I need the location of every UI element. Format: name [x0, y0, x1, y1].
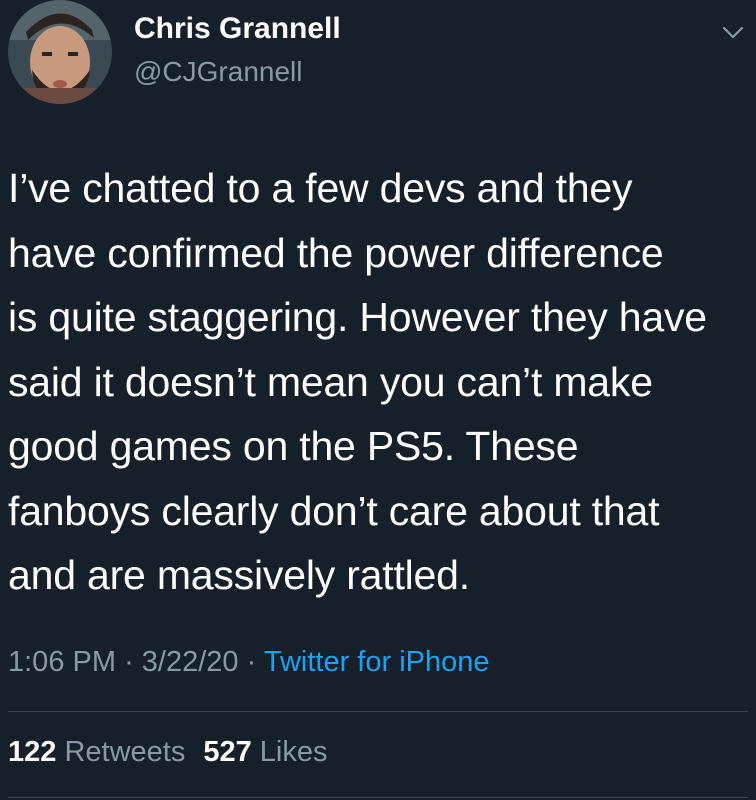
tweet-time[interactable]: 1:06 PM	[8, 646, 116, 678]
tweet-stats: 122 Retweets 527 Likes	[8, 736, 328, 769]
tweet-date[interactable]: 3/22/20	[142, 646, 239, 678]
tweet-text: I’ve chatted to a few devs and they have…	[8, 156, 753, 608]
tweet-meta: 1:06 PM · 3/22/20 · Twitter for iPhone	[8, 646, 490, 679]
tweet-text-line: I’ve chatted to a few devs and they	[8, 165, 633, 211]
author-handle[interactable]: @CJGrannell	[134, 56, 302, 88]
meta-separator: ·	[124, 646, 134, 678]
divider	[8, 797, 748, 798]
tweet-text-line: and are massively rattled.	[8, 552, 470, 598]
tweet-text-line: have confirmed the power difference	[8, 229, 664, 276]
avatar[interactable]	[8, 0, 112, 104]
author-display-name[interactable]: Chris Grannell	[134, 12, 341, 46]
tweet-text-line: good games on the PS5. These	[8, 423, 579, 469]
profile-photo	[8, 0, 112, 104]
tweet-text-line: said it doesn’t mean you can’t make	[8, 358, 653, 405]
chevron-down-icon[interactable]	[718, 18, 748, 48]
likes-stat[interactable]: 527 Likes	[203, 736, 327, 768]
retweets-count: 122	[8, 736, 57, 768]
meta-separator: ·	[246, 646, 257, 678]
tweet-text-line: is quite staggering. However they have	[8, 294, 707, 340]
retweets-label: Retweets	[64, 736, 186, 768]
likes-count: 527	[203, 736, 252, 768]
tweet-detail: Chris Grannell @CJGrannell I’ve chatted …	[0, 0, 756, 800]
divider	[8, 711, 748, 712]
likes-label: Likes	[259, 736, 328, 768]
retweets-stat[interactable]: 122 Retweets	[8, 736, 185, 768]
tweet-text-line: fanboys clearly don’t care about that	[8, 487, 660, 534]
tweet-source-link[interactable]: Twitter for iPhone	[264, 646, 490, 678]
